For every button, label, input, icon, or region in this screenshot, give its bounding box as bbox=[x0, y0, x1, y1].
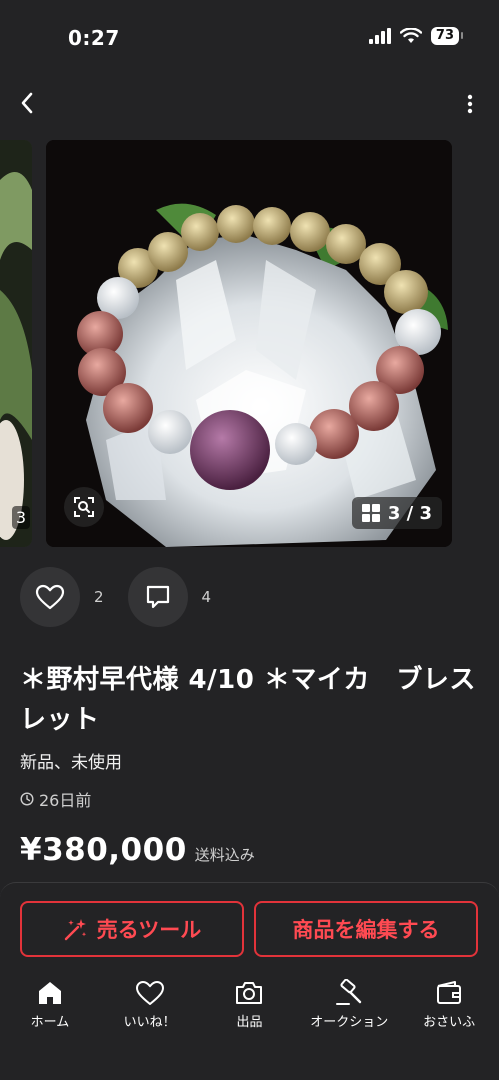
chevron-left-icon bbox=[21, 92, 33, 114]
previous-image[interactable]: 3 bbox=[0, 140, 32, 547]
item-title: ＊野村早代様 4/10 ＊マイカ ブレスレット bbox=[20, 665, 476, 735]
heart-icon bbox=[35, 584, 65, 610]
like-button[interactable] bbox=[20, 567, 80, 627]
bracelet-photo bbox=[46, 140, 452, 547]
tab-listing-label: 出品 bbox=[236, 1015, 263, 1030]
previous-photo bbox=[0, 140, 32, 547]
magic-wand-icon bbox=[64, 919, 86, 941]
camera-icon bbox=[236, 982, 263, 1004]
signal-icon bbox=[368, 28, 391, 44]
previous-image-counter: 3 bbox=[11, 506, 30, 529]
back-button[interactable] bbox=[14, 90, 40, 116]
image-counter[interactable]: 3 / 3 bbox=[351, 497, 442, 529]
action-row: 2 4 bbox=[20, 566, 235, 628]
shipping-label: 送料込み bbox=[194, 846, 255, 864]
more-options-button[interactable] bbox=[465, 92, 475, 116]
posted-time-text: 26日前 bbox=[39, 791, 92, 810]
tab-home[interactable]: ホーム bbox=[2, 979, 98, 1030]
tab-bar: ホーム いいね！ 出品 オークション おさいふ bbox=[0, 979, 499, 1030]
tab-likes-label: いいね！ bbox=[123, 1015, 176, 1030]
sell-tool-button[interactable]: 売るツール bbox=[20, 901, 244, 957]
clock-icon bbox=[20, 792, 34, 806]
tab-wallet[interactable]: おさいふ bbox=[401, 979, 497, 1030]
comment-count: 4 bbox=[201, 588, 212, 606]
tab-auction[interactable]: オークション bbox=[301, 979, 397, 1030]
status-bar: 0:27 73 bbox=[0, 0, 499, 72]
comment-icon bbox=[146, 585, 169, 609]
grid-icon bbox=[361, 504, 380, 522]
wifi-icon bbox=[399, 28, 422, 43]
edit-item-label: 商品を編集する bbox=[292, 918, 440, 942]
price-row: ¥380,000 送料込み bbox=[20, 832, 255, 868]
edit-item-button[interactable]: 商品を編集する bbox=[254, 901, 478, 957]
item-condition: 新品、未使用 bbox=[20, 753, 122, 773]
image-counter-text: 3 / 3 bbox=[387, 502, 432, 524]
item-price: ¥380,000 bbox=[20, 832, 187, 868]
posted-time: 26日前 bbox=[20, 787, 91, 811]
gavel-icon bbox=[336, 979, 362, 1005]
home-icon bbox=[38, 982, 61, 1004]
tab-auction-label: オークション bbox=[310, 1015, 389, 1030]
product-image[interactable]: 3 / 3 bbox=[46, 140, 452, 547]
tab-wallet-label: おさいふ bbox=[423, 1015, 476, 1030]
tab-home-label: ホーム bbox=[30, 1015, 70, 1030]
sell-tool-label: 売るツール bbox=[96, 918, 202, 942]
comment-button[interactable] bbox=[127, 567, 188, 627]
status-time: 0:27 bbox=[68, 26, 120, 50]
wallet-icon bbox=[437, 981, 462, 1004]
status-icons: 73 bbox=[368, 27, 464, 45]
more-vertical-icon bbox=[467, 94, 473, 114]
tab-likes[interactable]: いいね！ bbox=[102, 979, 198, 1030]
tab-listing[interactable]: 出品 bbox=[201, 979, 297, 1030]
visual-search-button[interactable] bbox=[64, 487, 104, 527]
like-count: 2 bbox=[94, 588, 104, 606]
lens-scan-icon bbox=[74, 497, 94, 517]
image-gallery[interactable]: 3 3 / 3 bbox=[0, 140, 499, 548]
heart-icon bbox=[135, 981, 164, 1005]
battery-indicator: 73 bbox=[430, 27, 464, 45]
bottom-panel: 売るツール 商品を編集する ホーム いいね！ 出品 オークション おさいふ bbox=[0, 882, 499, 1080]
